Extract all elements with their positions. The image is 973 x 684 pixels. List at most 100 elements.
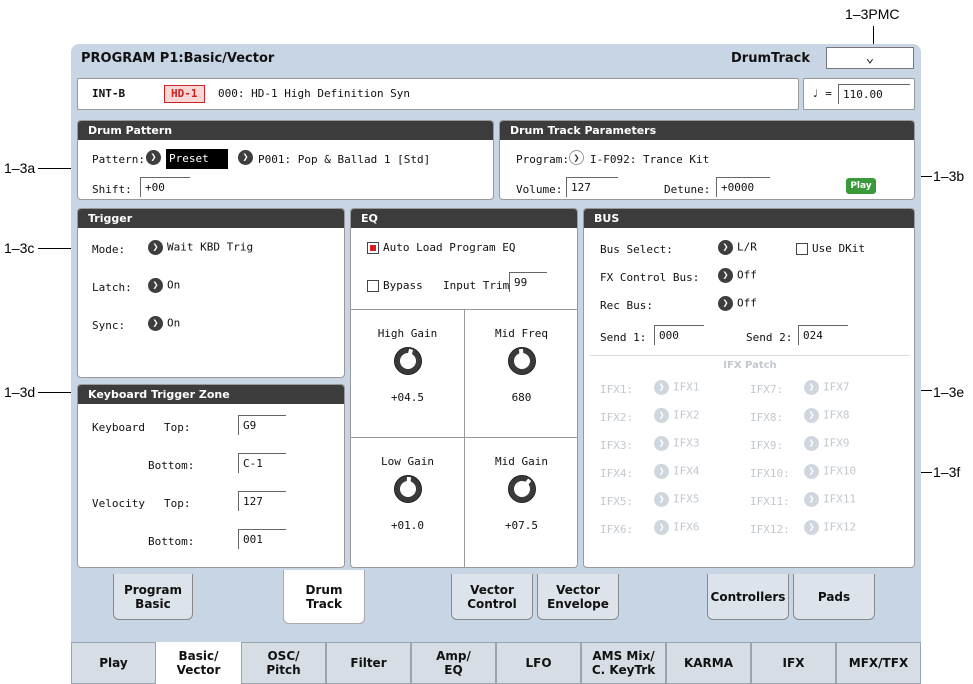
program-name: 000: HD-1 High Definition Syn <box>218 87 411 100</box>
kbd-top-field[interactable]: G9 <box>238 415 286 435</box>
mode-tab[interactable]: Filter <box>326 642 411 684</box>
sync-value: On <box>167 316 181 330</box>
page-tab[interactable]: Vector Control <box>451 574 533 620</box>
input-trim-field[interactable]: 99 <box>509 272 547 292</box>
high-gain-label: High Gain <box>377 327 438 340</box>
drum-track-params-panel: Drum Track Parameters Program: ❯ I-F092:… <box>499 120 915 200</box>
tempo-symbol: ♩ = <box>812 87 832 100</box>
ifx-slot-popup[interactable]: ❯ IFX4 <box>654 464 700 479</box>
mode-popup[interactable]: ❯ Wait KBD Trig <box>148 240 253 255</box>
kbd-bottom-field[interactable]: C-1 <box>238 453 286 473</box>
chevron-down-icon: ⌄ <box>865 50 875 66</box>
volume-field[interactable]: 127 <box>566 177 618 197</box>
use-dkit-checkbox[interactable]: Use DKit <box>796 242 865 255</box>
callout-1-3d: 1–3d <box>4 384 36 400</box>
kbd-zone-header: Keyboard Trigger Zone <box>78 385 344 404</box>
mode-tab[interactable]: KARMA <box>666 642 751 684</box>
page-menu-button[interactable]: ⌄ <box>826 47 914 69</box>
ifx-slot-value: IFX9 <box>823 436 850 450</box>
fx-control-bus-value: Off <box>737 268 757 282</box>
mode-value: Wait KBD Trig <box>167 240 254 254</box>
vel-bottom-field[interactable]: 001 <box>238 529 286 549</box>
ifx-slot-popup[interactable]: ❯ IFX7 <box>804 380 850 395</box>
page-tab[interactable]: Pads <box>793 574 875 620</box>
program-select-bar[interactable]: INT-B HD-1 000: HD-1 High Definition Syn <box>77 78 799 110</box>
ifx-slot-popup[interactable]: ❯ IFX6 <box>654 520 700 535</box>
send1-field[interactable]: 000 <box>654 325 704 345</box>
mid-freq-knob[interactable] <box>508 347 536 375</box>
ifx-slot-popup[interactable]: ❯ IFX3 <box>654 436 700 451</box>
mode-tab[interactable]: Basic/Vector <box>156 642 241 684</box>
page-tab[interactable]: Drum Track <box>283 570 365 624</box>
ifx-slot-popup[interactable]: ❯ IFX10 <box>804 464 856 479</box>
mode-tab-label: Amp/EQ <box>436 649 471 677</box>
mode-tab[interactable]: OSC/Pitch <box>241 642 326 684</box>
input-trim-label: Input Trim: <box>443 279 516 292</box>
ifx-slot-label: IFX8: <box>750 411 784 424</box>
page-tab[interactable]: Program Basic <box>113 574 193 620</box>
page-tab[interactable]: Controllers <box>707 574 789 620</box>
mode-tab[interactable]: IFX <box>751 642 836 684</box>
tempo-field[interactable]: 110.00 <box>838 84 910 104</box>
pattern-type-field[interactable]: Preset <box>166 149 228 169</box>
mode-tab[interactable]: AMS Mix/C. KeyTrk <box>581 642 666 684</box>
ifx-slot-value: IFX1 <box>673 380 700 394</box>
bus-select-popup[interactable]: ❯ L/R <box>718 240 757 255</box>
mode-tab-label: MFX/TFX <box>848 656 909 670</box>
ifx-slot-label: IFX5: <box>600 495 634 508</box>
mode-label: Mode: <box>92 243 126 256</box>
ifx-slot-label: IFX7: <box>750 383 784 396</box>
play-button[interactable]: Play <box>846 178 876 194</box>
shift-field[interactable]: +00 <box>140 177 190 197</box>
chevron-right-icon: ❯ <box>146 150 161 165</box>
bus-panel: BUS Bus Select: ❯ L/R Use DKit FX Control… <box>583 208 915 568</box>
chevron-right-icon: ❯ <box>718 268 733 283</box>
pattern-name: P001: Pop & Ballad 1 [Std] <box>258 153 431 166</box>
ifx-slot-popup[interactable]: ❯ IFX11 <box>804 492 856 507</box>
ifx-slot-popup[interactable]: ❯ IFX9 <box>804 436 850 451</box>
mid-gain-knob[interactable] <box>508 475 536 503</box>
ifx-slot-popup[interactable]: ❯ IFX12 <box>804 520 856 535</box>
latch-popup[interactable]: ❯ On <box>148 278 180 293</box>
page-tab[interactable]: Vector Envelope <box>537 574 619 620</box>
ifx-patch-label: IFX Patch <box>723 360 777 371</box>
dt-program-popup[interactable]: ❯ <box>569 150 588 165</box>
send2-field[interactable]: 024 <box>798 325 848 345</box>
mode-tab-label: Basic/Vector <box>176 649 221 677</box>
checkbox-icon <box>796 243 808 255</box>
dt-program-name: I-F092: Trance Kit <box>590 153 710 166</box>
velocity-label: Velocity <box>92 497 145 510</box>
trigger-header: Trigger <box>78 209 344 228</box>
mode-tab[interactable]: Amp/EQ <box>411 642 496 684</box>
ifx-slot-value: IFX11 <box>823 492 857 506</box>
sync-popup[interactable]: ❯ On <box>148 316 180 331</box>
mode-tab[interactable]: LFO <box>496 642 581 684</box>
rec-bus-popup[interactable]: ❯ Off <box>718 296 757 311</box>
ifx-slot-value: IFX2 <box>673 408 700 422</box>
mode-tab[interactable]: Play <box>71 642 156 684</box>
vel-top-field[interactable]: 127 <box>238 491 286 511</box>
high-gain-knob[interactable] <box>394 347 422 375</box>
chevron-right-icon: ❯ <box>148 278 163 293</box>
divider <box>590 355 910 356</box>
mode-tab[interactable]: MFX/TFX <box>836 642 921 684</box>
ifx-slot-popup[interactable]: ❯ IFX8 <box>804 408 850 423</box>
pattern-type-popup[interactable]: ❯ <box>146 150 165 165</box>
bypass-checkbox[interactable]: Bypass <box>367 279 423 292</box>
pattern-popup[interactable]: ❯ <box>238 150 257 165</box>
page-tab-label: Vector Control <box>467 582 517 611</box>
chevron-right-icon: ❯ <box>804 380 819 395</box>
fx-control-bus-popup[interactable]: ❯ Off <box>718 268 757 283</box>
ifx-slot-popup[interactable]: ❯ IFX2 <box>654 408 700 423</box>
ifx-slot-popup[interactable]: ❯ IFX5 <box>654 492 700 507</box>
ifx-slot-popup[interactable]: ❯ IFX1 <box>654 380 700 395</box>
drum-pattern-header: Drum Pattern <box>78 121 493 140</box>
trigger-panel: Trigger Mode: ❯ Wait KBD Trig Latch: ❯ On … <box>77 208 345 378</box>
send1-label: Send 1: <box>600 331 647 344</box>
mode-tab-label: KARMA <box>683 656 734 670</box>
auto-load-eq-checkbox[interactable]: Auto Load Program EQ <box>367 241 515 254</box>
checkbox-checked-icon <box>367 242 379 254</box>
ifx-slot-value: IFX6 <box>673 520 700 534</box>
low-gain-knob[interactable] <box>394 475 422 503</box>
detune-field[interactable]: +0000 <box>716 177 770 197</box>
